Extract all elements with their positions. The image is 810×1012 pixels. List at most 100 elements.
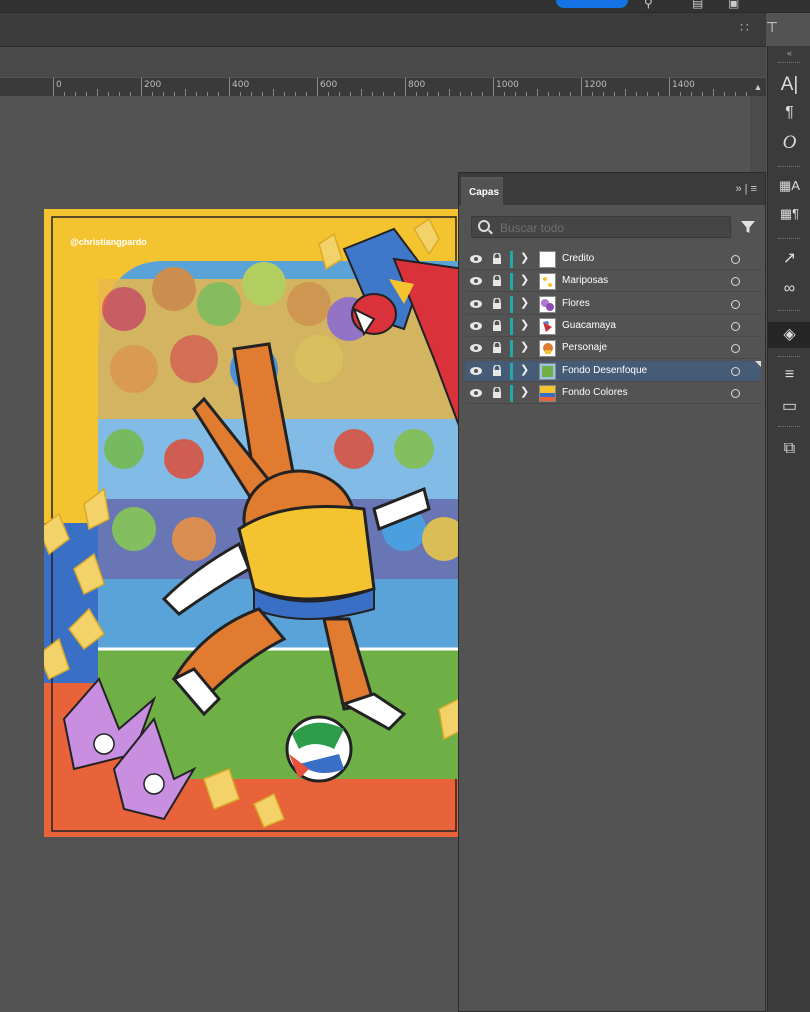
ruler-major-tick <box>405 78 406 96</box>
layer-thumbnail <box>539 384 556 402</box>
layers-icon[interactable]: ◈ <box>768 322 810 348</box>
layer-target-icon[interactable] <box>731 299 740 309</box>
layer-color-indicator <box>510 362 513 380</box>
layer-color-indicator <box>510 295 513 313</box>
layers-search[interactable] <box>471 216 731 238</box>
opentype-icon[interactable]: O <box>768 132 810 154</box>
layers-panel: Capas » | ≡ ❯ Credito ❯ Mariposas ❯ Flores ❯ Gu… <box>458 172 766 1012</box>
layer-row[interactable]: ❯ Credito <box>465 249 761 270</box>
layer-name[interactable]: Flores <box>562 298 590 309</box>
layer-name[interactable]: Fondo Desenfoque <box>562 365 647 376</box>
visibility-eye-icon[interactable] <box>470 366 482 376</box>
ruler-minor-tick <box>97 89 98 96</box>
grid-icon[interactable]: ∷ <box>740 19 749 36</box>
layer-row[interactable]: ❯ Personaje <box>465 338 761 360</box>
links-icon[interactable]: ∞ <box>768 280 810 298</box>
visibility-eye-icon[interactable] <box>470 276 482 286</box>
search-icon[interactable]: ⚲ <box>644 0 653 10</box>
layer-target-icon[interactable] <box>731 344 740 354</box>
lock-icon[interactable] <box>492 297 502 309</box>
layer-name[interactable]: Credito <box>562 253 594 264</box>
lock-icon[interactable] <box>492 253 502 264</box>
expand-chevron-icon[interactable]: ❯ <box>520 251 529 264</box>
horizontal-ruler[interactable]: 0 200 400 600 800 1000 1200 1400 <box>0 78 766 97</box>
ruler-major-tick <box>493 78 494 96</box>
layer-target-icon[interactable] <box>731 366 740 376</box>
export-icon[interactable]: ↗ <box>768 248 810 268</box>
layer-row[interactable]: ❯ Guacamaya <box>465 316 761 337</box>
expand-chevron-icon[interactable]: ❯ <box>520 363 529 376</box>
workspace-icon[interactable]: ▣ <box>728 0 739 10</box>
ruler-major-tick <box>317 78 318 96</box>
collapse-dock-icon[interactable]: « <box>768 48 810 58</box>
ruler-label: 1000 <box>496 80 519 90</box>
artwork: @christiangpardo <box>44 209 464 837</box>
layer-row[interactable]: ❯ Flores <box>465 294 761 315</box>
expand-chevron-icon[interactable]: ❯ <box>520 273 529 286</box>
ruler-label: 0 <box>56 80 62 90</box>
layer-target-icon[interactable] <box>731 277 740 287</box>
filter-icon[interactable] <box>741 220 755 234</box>
dock-grip <box>778 62 800 65</box>
layer-target-icon[interactable] <box>731 321 740 331</box>
ruler-minor-tick <box>625 89 626 96</box>
panel-menu-icon[interactable]: » | ≡ <box>735 183 757 195</box>
dock-grip <box>778 310 800 313</box>
gradient-icon[interactable]: ▭ <box>768 396 810 416</box>
layer-color-indicator <box>510 384 513 402</box>
layer-row[interactable]: ❯ Mariposas <box>465 271 761 293</box>
visibility-eye-icon[interactable] <box>470 343 482 353</box>
ruler-minor-tick <box>713 89 714 96</box>
lock-icon[interactable] <box>492 386 502 398</box>
layer-name[interactable]: Guacamaya <box>562 320 616 331</box>
stroke-icon[interactable]: ≡ <box>768 366 810 384</box>
credit-text: @christiangpardo <box>70 237 147 247</box>
lock-icon[interactable] <box>492 319 502 331</box>
ruler-major-tick <box>141 78 142 96</box>
layer-name[interactable]: Mariposas <box>562 275 608 286</box>
layers-search-input[interactable] <box>498 219 722 237</box>
ruler-minor-tick <box>185 89 186 96</box>
expand-chevron-icon[interactable]: ❯ <box>520 296 529 309</box>
expand-chevron-icon[interactable]: ❯ <box>520 385 529 398</box>
arrange-icon[interactable]: ▤ <box>692 0 703 10</box>
align-icon[interactable]: ⊤ <box>766 19 778 36</box>
layer-name[interactable]: Personaje <box>562 342 607 353</box>
layer-name[interactable]: Fondo Colores <box>562 387 628 398</box>
search-icon <box>478 220 490 232</box>
visibility-eye-icon[interactable] <box>470 299 482 309</box>
panel-header: Capas » | ≡ <box>459 173 765 207</box>
layer-row[interactable]: ❯ Fondo Colores <box>465 383 761 404</box>
lock-icon[interactable] <box>492 342 502 354</box>
paragraph-styles-icon[interactable]: ▦¶ <box>768 206 810 222</box>
expand-chevron-icon[interactable]: ❯ <box>520 318 529 331</box>
visibility-eye-icon[interactable] <box>470 254 482 264</box>
layer-row[interactable]: ❯ Fondo Desenfoque <box>465 360 761 382</box>
ruler-major-tick <box>669 78 670 96</box>
ruler-label: 400 <box>232 80 250 90</box>
visibility-eye-icon[interactable] <box>470 388 482 398</box>
soccer-ball <box>285 715 353 783</box>
app-title-bar: ⚲ ▤ ▣ <box>0 0 810 13</box>
ruler-major-tick <box>581 78 582 96</box>
expand-chevron-icon[interactable]: ❯ <box>520 340 529 353</box>
layer-color-indicator <box>510 251 513 268</box>
ruler-minor-tick <box>449 89 450 96</box>
character-styles-icon[interactable]: ▦A <box>768 178 810 194</box>
lock-icon[interactable] <box>492 364 502 376</box>
transparency-icon[interactable]: ⧉ <box>768 440 810 458</box>
layer-color-indicator <box>510 317 513 335</box>
lock-icon[interactable] <box>492 275 502 287</box>
scroll-up-icon[interactable]: ▲ <box>750 78 766 96</box>
paragraph-icon[interactable]: ¶ <box>768 104 810 122</box>
share-button[interactable] <box>556 0 628 8</box>
visibility-eye-icon[interactable] <box>470 321 482 331</box>
layer-thumbnail <box>539 362 556 380</box>
control-bar: ∷ ⊤ <box>0 13 778 47</box>
layer-target-icon[interactable] <box>731 255 740 264</box>
tab-layers[interactable]: Capas <box>461 177 503 207</box>
character-icon[interactable]: A| <box>768 74 810 96</box>
layer-target-icon[interactable] <box>731 388 740 398</box>
artboard[interactable]: @christiangpardo <box>44 209 464 837</box>
layer-color-indicator <box>510 340 513 358</box>
